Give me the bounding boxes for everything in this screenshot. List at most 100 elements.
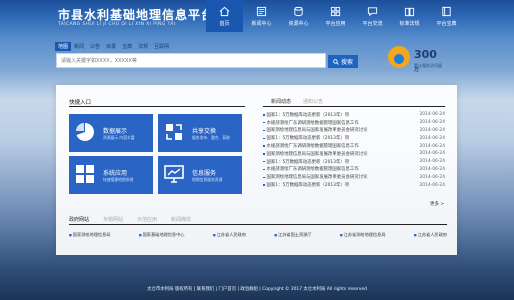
stat-label: 累计服务访问量 [414,63,442,68]
list-item[interactable]: 水规部测绘广东调研测绘数据管理国家信息工作 2014-06-24 [263,142,446,150]
search-category-news[interactable]: 新闻 [74,43,84,50]
tile-desc: 资源展示 内容丰富 [103,135,135,140]
share-icon [166,124,182,140]
nav-item-manual[interactable]: 平台宝典 [428,0,465,32]
nav-item-resource[interactable]: 资源中心 [280,0,317,32]
tab-gov-sites[interactable]: 政府网站 [69,216,89,223]
news-title: 国家1：5万数据库动态更新（2013年）项 [263,182,350,188]
nav-item-label: 平台交流 [362,20,383,27]
tile-title: 共享交换 [192,128,217,135]
tile-info-service[interactable]: 信息服务 地理信息服务资源 [158,156,242,194]
link-tabs: 政府网站 专题网站 示范应用 新闻媒体 [69,216,191,223]
nav-item-label: 新闻中心 [251,20,272,27]
search-category-law[interactable]: 法规 [138,43,148,50]
news-title: 国家测绘地理信息局与国家发展改革委员会研究讨论 [263,127,368,133]
nav-item-standards[interactable]: 标准法规 [391,0,428,32]
news-date: 2014-06-24 [419,143,445,149]
tile-share-exchange[interactable]: 共享交换 服务发布、整合、获取 [158,114,242,152]
links-row: 国家测绘地理信息局 国家基础地理信息中心 江苏省人民政府 江苏省国土资源厅 江苏… [69,232,447,238]
nav-item-home[interactable]: 首页 [206,0,243,32]
search-category-manual[interactable]: 宝典 [122,43,132,50]
news-title: 水规部测绘广东调研测绘数据管理国家信息工作 [263,143,359,149]
news-title: 国家测绘地理信息局与国家发展改革委员会研究讨论 [263,151,368,157]
app-icon [76,165,94,183]
news-date: 2014-06-24 [419,166,445,172]
nav-item-label: 标准法规 [399,20,420,27]
news-title: 水规部测绘广东调研测绘数据管理国家信息工作 [263,120,359,126]
news-title: 国家1：5万数据库动态更新（2013年）项 [263,159,350,165]
external-link[interactable]: 江苏省国土资源厅 [274,232,312,238]
tile-data-display[interactable]: 数据展示 资源展示 内容丰富 [69,114,153,152]
nav-item-chat[interactable]: 平台交流 [354,0,391,32]
news-icon [256,6,267,16]
nav-item-app[interactable]: 平台应用 [317,0,354,32]
more-link[interactable]: 更多 > [430,201,444,207]
news-title: 国家1：5万数据库动态更新（2013年）项 [263,135,350,141]
search-category-catalog[interactable]: 目录 [106,43,116,50]
tab-news[interactable]: 新闻动态 [271,98,291,105]
list-item[interactable]: 国家1：5万数据库动态更新（2013年）项 2014-06-24 [263,134,446,142]
external-link[interactable]: 江苏省人民政府 [414,232,447,238]
quick-entry-title: 快捷入口 [69,100,92,106]
external-link[interactable]: 国家基础地理信息中心 [139,232,185,238]
nav-item-label: 首页 [219,20,230,27]
list-item[interactable]: 水规部测绘广东调研测绘数据管理国家信息工作 2014-06-24 [263,166,446,174]
pie-icon [388,46,410,68]
list-item[interactable]: 国家测绘地理信息局与国家发展改革委员会研究讨论 2014-06-24 [263,173,446,181]
news-title: 水规部测绘广东调研测绘数据管理国家信息工作 [263,166,359,172]
external-link[interactable]: 江苏省人民政府 [213,232,246,238]
tile-desc: 服务发布、整合、获取 [192,135,230,140]
stat-number: 300 [414,48,437,61]
news-date: 2014-06-24 [419,174,445,180]
news-tabs: 新闻动态 通知公告 [271,98,323,105]
search-button-label: 搜索 [340,59,353,66]
news-underline [263,106,445,107]
news-date: 2014-06-24 [419,127,445,133]
news-date: 2014-06-24 [419,151,445,157]
search-input[interactable] [57,54,325,67]
resource-icon [294,6,303,16]
news-list: 国家1：5万数据库动态更新（2013年）项 2014-06-24 水规部测绘广东调… [263,111,446,189]
links-underline [69,224,447,225]
search-icon [333,58,339,65]
search-button[interactable]: 搜索 [328,55,358,68]
nav-item-label: 平台宝典 [436,20,457,27]
nav-item-label: 平台应用 [325,20,346,27]
nav-item-label: 资源中心 [288,20,309,27]
external-link[interactable]: 江苏省测绘地理信息局 [340,232,386,238]
external-link[interactable]: 国家测绘地理信息局 [69,232,111,238]
quick-entry-underline [69,106,245,107]
list-item[interactable]: 国家测绘地理信息局与国家发展改革委员会研究讨论 2014-06-24 [263,127,446,135]
list-item[interactable]: 水规部测绘广东调研测绘数据管理国家信息工作 2014-06-24 [263,119,446,127]
manual-icon [442,6,451,16]
visit-stat: 300万 累计服务访问量 [388,44,442,74]
tile-system-app[interactable]: 系统应用 快速搭建地图系统 [69,156,153,194]
list-item[interactable]: 国家1：5万数据库动态更新（2013年）项 2014-06-24 [263,111,446,119]
tile-title: 数据展示 [103,128,128,135]
monitor-icon [164,165,184,183]
news-date: 2014-06-24 [419,112,445,118]
tile-desc: 快速搭建地图系统 [103,177,134,182]
search-category-map[interactable]: 地图 [55,42,72,51]
search-category-notice[interactable]: 公告 [90,43,100,50]
site-title: 市县水利基础地理信息平台 [58,8,215,22]
news-date: 2014-06-24 [419,159,445,165]
news-title: 国家测绘地理信息局与国家发展改革委员会研究讨论 [263,174,368,180]
chat-icon [367,6,378,16]
tile-title: 信息服务 [192,170,217,177]
nav-item-news[interactable]: 新闻中心 [243,0,280,32]
tab-demo-apps[interactable]: 示范应用 [137,216,157,223]
list-item[interactable]: 国家测绘地理信息局与国家发展改革委员会研究讨论 2014-06-24 [263,150,446,158]
news-date: 2014-06-24 [419,120,445,126]
tab-topic-sites[interactable]: 专题网站 [103,216,123,223]
news-date: 2014-06-24 [419,182,445,188]
search-categories: 地图 新闻 公告 目录 宝典 法规 互联网 [55,42,169,51]
search-box [56,53,326,68]
list-item[interactable]: 国家1：5万数据库动态更新（2013年）项 2014-06-24 [263,181,446,189]
tab-news-media[interactable]: 新闻媒体 [171,216,191,223]
tab-notices[interactable]: 通知公告 [303,98,323,105]
list-item[interactable]: 国家1：5万数据库动态更新（2013年）项 2014-06-24 [263,158,446,166]
search-category-internet[interactable]: 互联网 [154,43,169,50]
book-icon [404,7,415,16]
chart-icon [76,123,94,141]
